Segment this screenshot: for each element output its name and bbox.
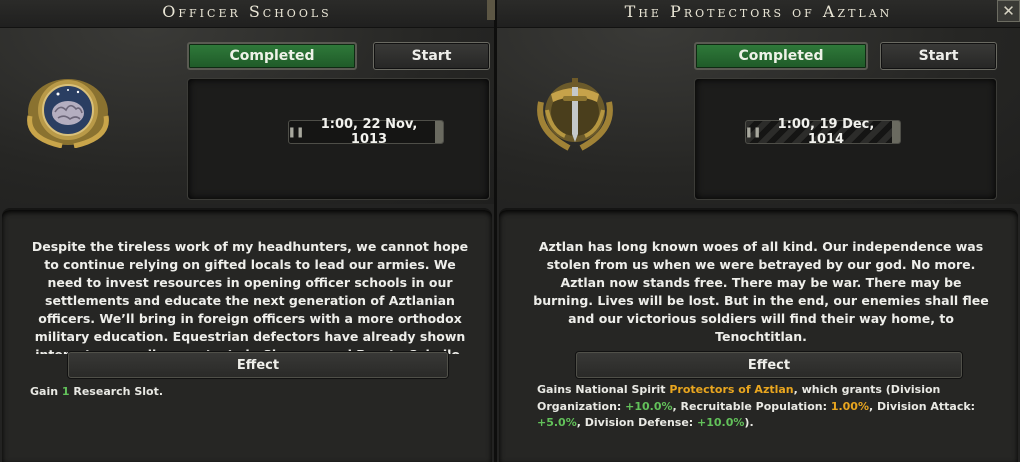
effect-text: Gain 1 Research Slot. (30, 384, 470, 401)
effect-text-4: , Division Attack: (868, 399, 976, 413)
effect-value: 1 (61, 385, 70, 398)
date-text: 1:00, 22 Nov, 1013 (320, 117, 418, 147)
pause-icon: ❚❚ (744, 126, 762, 138)
date-text: 1:00, 19 Dec, 1014 (777, 117, 875, 147)
completed-status-button[interactable]: Completed (694, 42, 868, 70)
attack-value: +5.0% (537, 416, 577, 429)
title-bar: The Protectors of Aztlan (497, 0, 1020, 28)
focus-description: Aztlan has long known woes of all kind. … (533, 239, 989, 344)
effect-suffix: Research Slot. (69, 385, 164, 398)
date-display: ❚❚ 1:00, 22 Nov, 1013 (287, 117, 444, 147)
panel-corner-tab (487, 0, 495, 20)
effect-text-6: ). (744, 416, 754, 429)
date-display: ❚❚ 1:00, 19 Dec, 1014 (744, 117, 901, 147)
effect-prefix: Gain (30, 385, 62, 398)
start-button[interactable]: Start (373, 42, 490, 70)
effect-text-5: , Division Defense: (576, 416, 698, 429)
recruitable-population-value: 1.00% (830, 399, 869, 413)
effect-header: Effect (576, 352, 962, 378)
organization-value: +10.0% (625, 399, 673, 413)
date-end-cap (435, 121, 443, 143)
close-button[interactable]: ✕ (997, 0, 1020, 22)
national-spirit-link[interactable]: Protectors of Aztlan (669, 383, 793, 396)
focus-panel-protectors-of-aztlan: The Protectors of Aztlan Completed Start… (497, 0, 1020, 462)
effect-text-1: Gains National Spirit (537, 383, 670, 396)
focus-title: Officer Schools (162, 2, 332, 21)
start-button[interactable]: Start (880, 42, 997, 70)
date-end-cap (892, 121, 900, 143)
focus-description-area: Aztlan has long known woes of all kind. … (499, 208, 1018, 462)
focus-panel-officer-schools: Officer Schools Completed Start ❚❚ 1:00,… (0, 0, 494, 462)
effect-text: Gains National Spirit Protectors of Aztl… (537, 382, 997, 432)
defense-value: +10.0% (697, 416, 745, 429)
focus-header-area: Completed Start ❚❚ 1:00, 19 Dec, 1014 (497, 28, 1020, 204)
brain-laurel-badge-icon (22, 76, 114, 152)
completed-status-button[interactable]: Completed (187, 42, 357, 70)
effect-header: Effect (68, 352, 448, 378)
focus-title: The Protectors of Aztlan (624, 2, 893, 21)
focus-description-area: Despite the tireless work of my headhunt… (2, 208, 492, 462)
sword-laurel-shield-icon (531, 72, 619, 156)
title-bar: Officer Schools (0, 0, 494, 28)
effect-text-3: , Recruitable Population: (672, 399, 831, 413)
focus-header-area: Completed Start ❚❚ 1:00, 22 Nov, 1013 (0, 28, 494, 204)
pause-icon: ❚❚ (287, 126, 305, 138)
focus-description: Despite the tireless work of my headhunt… (31, 239, 469, 354)
